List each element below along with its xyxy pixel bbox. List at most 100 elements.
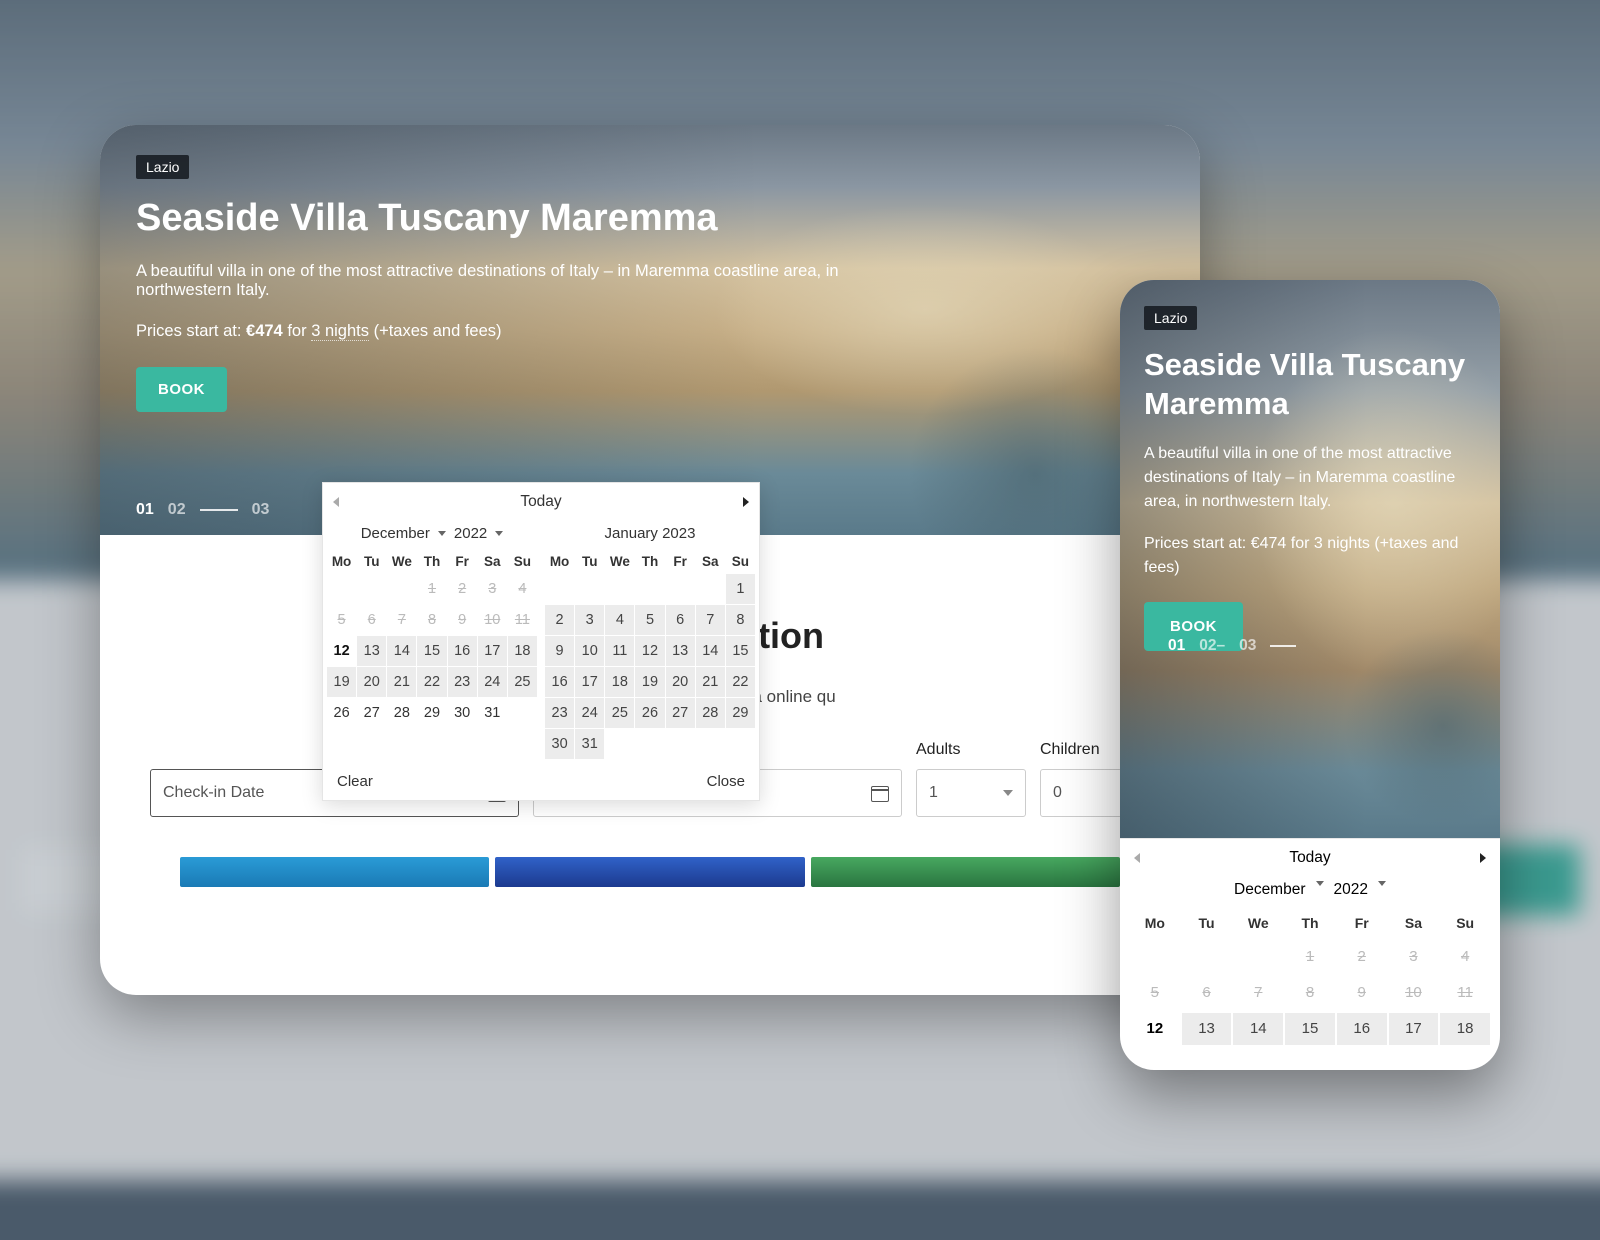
day-cell[interactable]: 12 <box>635 636 664 666</box>
day-cell[interactable]: 21 <box>696 667 725 697</box>
next-month-button[interactable] <box>743 497 749 507</box>
day-cell[interactable]: 29 <box>726 698 755 728</box>
day-cell[interactable]: 23 <box>545 698 574 728</box>
day-cell[interactable]: 9 <box>545 636 574 666</box>
day-cell[interactable]: 21 <box>387 667 416 697</box>
slide-bar-icon <box>200 509 238 511</box>
day-cell[interactable]: 12 <box>1130 1013 1180 1045</box>
day-cell[interactable]: 14 <box>696 636 725 666</box>
day-cell[interactable]: 23 <box>448 667 477 697</box>
day-cell[interactable]: 20 <box>666 667 695 697</box>
day-cell[interactable]: 22 <box>417 667 446 697</box>
day-cell[interactable]: 27 <box>666 698 695 728</box>
day-cell: 10 <box>1389 977 1439 1009</box>
day-cell[interactable]: 5 <box>635 605 664 635</box>
day-cell[interactable]: 11 <box>605 636 634 666</box>
region-tag[interactable]: Lazio <box>1144 306 1197 330</box>
day-cell[interactable]: 30 <box>545 729 574 759</box>
close-button[interactable]: Close <box>707 773 745 790</box>
day-cell[interactable]: 15 <box>1285 1013 1335 1045</box>
slide-indicator[interactable]: 01 02– 03 <box>1168 637 1500 655</box>
gallery-tile[interactable] <box>180 857 489 887</box>
day-cell[interactable]: 1 <box>726 574 755 604</box>
day-cell[interactable]: 13 <box>1182 1013 1232 1045</box>
adults-label: Adults <box>916 741 1026 759</box>
day-cell: 2 <box>1337 941 1387 973</box>
day-cell: 11 <box>1440 977 1490 1009</box>
day-cell: 7 <box>1233 977 1283 1009</box>
today-button[interactable]: Today <box>1289 849 1330 867</box>
weekday-header: Sa <box>1389 909 1439 937</box>
day-cell[interactable]: 17 <box>575 667 604 697</box>
day-cell <box>357 574 386 604</box>
day-cell[interactable]: 7 <box>696 605 725 635</box>
day-cell[interactable]: 6 <box>666 605 695 635</box>
day-cell[interactable]: 12 <box>327 636 356 666</box>
month-selector[interactable]: December 2022 <box>1120 877 1500 909</box>
book-button[interactable]: BOOK <box>136 367 227 412</box>
day-cell[interactable]: 3 <box>575 605 604 635</box>
gallery-tile[interactable] <box>495 857 804 887</box>
day-cell[interactable]: 14 <box>1233 1013 1283 1045</box>
day-cell[interactable]: 18 <box>508 636 537 666</box>
region-tag[interactable]: Lazio <box>136 155 189 179</box>
day-cell[interactable]: 22 <box>726 667 755 697</box>
day-cell[interactable]: 17 <box>1389 1013 1439 1045</box>
hero-section: Lazio Seaside Villa Tuscany Maremma A be… <box>1120 280 1500 838</box>
day-cell[interactable]: 4 <box>605 605 634 635</box>
chevron-down-icon <box>1316 881 1324 886</box>
adults-select[interactable]: 1 <box>916 769 1026 817</box>
day-cell: 5 <box>327 605 356 635</box>
next-month-button[interactable] <box>1480 853 1486 863</box>
clear-button[interactable]: Clear <box>337 773 373 790</box>
day-cell[interactable]: 13 <box>666 636 695 666</box>
day-cell[interactable]: 19 <box>635 667 664 697</box>
day-cell: 4 <box>1440 941 1490 973</box>
day-cell: 1 <box>1285 941 1335 973</box>
day-cell[interactable]: 25 <box>605 698 634 728</box>
day-cell[interactable]: 8 <box>726 605 755 635</box>
day-cell[interactable]: 16 <box>545 667 574 697</box>
today-button[interactable]: Today <box>520 493 561 511</box>
day-cell[interactable]: 15 <box>726 636 755 666</box>
prev-month-button[interactable] <box>1134 853 1140 863</box>
day-cell[interactable]: 29 <box>417 698 446 728</box>
day-cell[interactable]: 31 <box>575 729 604 759</box>
day-cell[interactable]: 28 <box>387 698 416 728</box>
prev-month-button[interactable] <box>333 497 339 507</box>
day-cell[interactable]: 28 <box>696 698 725 728</box>
day-cell: 11 <box>508 605 537 635</box>
mobile-preview-card: Lazio Seaside Villa Tuscany Maremma A be… <box>1120 280 1500 1070</box>
day-cell[interactable]: 13 <box>357 636 386 666</box>
day-cell[interactable]: 20 <box>357 667 386 697</box>
day-cell[interactable]: 30 <box>448 698 477 728</box>
slide-indicator[interactable]: 01 02 03 <box>136 501 269 519</box>
day-cell[interactable]: 31 <box>478 698 507 728</box>
datepicker-popup: Today December 2022 MoTuWeThFrSaSu123456… <box>322 482 760 801</box>
weekday-header: Fr <box>448 550 477 573</box>
day-cell[interactable]: 14 <box>387 636 416 666</box>
day-cell: 6 <box>357 605 386 635</box>
day-cell[interactable]: 16 <box>1337 1013 1387 1045</box>
day-cell: 9 <box>1337 977 1387 1009</box>
weekday-header: Th <box>635 550 664 573</box>
day-cell[interactable]: 16 <box>448 636 477 666</box>
day-cell[interactable]: 17 <box>478 636 507 666</box>
day-cell[interactable]: 18 <box>1440 1013 1490 1045</box>
day-cell[interactable]: 24 <box>478 667 507 697</box>
day-cell[interactable]: 24 <box>575 698 604 728</box>
gallery-tile[interactable] <box>811 857 1120 887</box>
day-cell[interactable]: 26 <box>327 698 356 728</box>
month-right: January 2023 MoTuWeThFrSaSu1234567891011… <box>545 521 755 759</box>
day-cell[interactable]: 15 <box>417 636 446 666</box>
month-selector[interactable]: December 2022 <box>327 521 537 550</box>
day-cell[interactable]: 25 <box>508 667 537 697</box>
day-cell[interactable]: 26 <box>635 698 664 728</box>
weekday-header: Fr <box>666 550 695 573</box>
day-cell[interactable]: 18 <box>605 667 634 697</box>
day-cell: 10 <box>478 605 507 635</box>
day-cell[interactable]: 27 <box>357 698 386 728</box>
day-cell[interactable]: 19 <box>327 667 356 697</box>
day-cell[interactable]: 2 <box>545 605 574 635</box>
day-cell[interactable]: 10 <box>575 636 604 666</box>
